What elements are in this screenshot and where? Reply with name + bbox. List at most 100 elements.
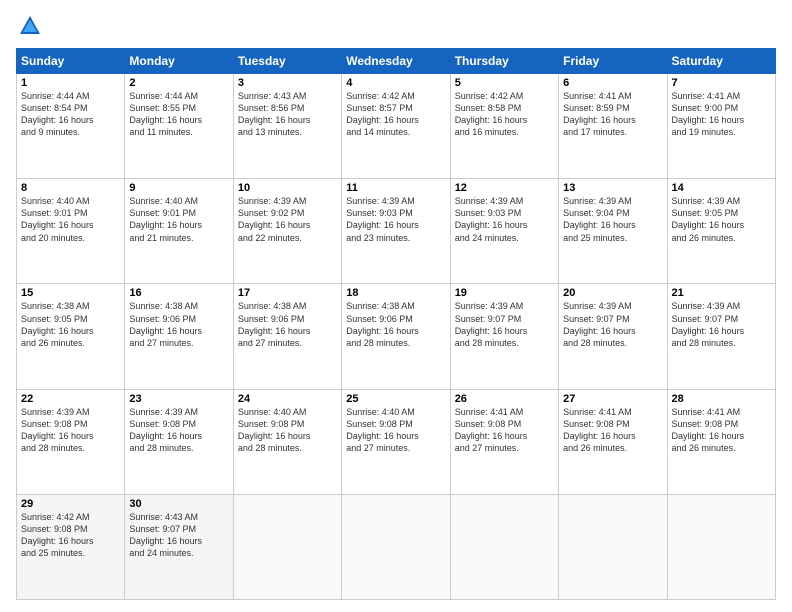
day-info: Sunrise: 4:39 AMSunset: 9:07 PMDaylight:…	[563, 301, 636, 347]
day-info: Sunrise: 4:41 AMSunset: 9:00 PMDaylight:…	[672, 91, 745, 137]
day-info: Sunrise: 4:40 AMSunset: 9:08 PMDaylight:…	[238, 407, 311, 453]
day-info: Sunrise: 4:38 AMSunset: 9:06 PMDaylight:…	[129, 301, 202, 347]
day-number: 11	[346, 182, 445, 194]
calendar-cell: 28 Sunrise: 4:41 AMSunset: 9:08 PMDaylig…	[667, 389, 775, 494]
weekday-header: Saturday	[667, 49, 775, 74]
logo-icon	[16, 12, 44, 40]
calendar-cell	[559, 494, 667, 599]
calendar-cell: 27 Sunrise: 4:41 AMSunset: 9:08 PMDaylig…	[559, 389, 667, 494]
day-info: Sunrise: 4:41 AMSunset: 8:59 PMDaylight:…	[563, 91, 636, 137]
day-info: Sunrise: 4:38 AMSunset: 9:06 PMDaylight:…	[346, 301, 419, 347]
calendar-cell: 12 Sunrise: 4:39 AMSunset: 9:03 PMDaylig…	[450, 179, 558, 284]
day-info: Sunrise: 4:39 AMSunset: 9:05 PMDaylight:…	[672, 196, 745, 242]
calendar-cell: 8 Sunrise: 4:40 AMSunset: 9:01 PMDayligh…	[17, 179, 125, 284]
day-number: 10	[238, 182, 337, 194]
day-number: 26	[455, 393, 554, 405]
calendar-cell: 6 Sunrise: 4:41 AMSunset: 8:59 PMDayligh…	[559, 74, 667, 179]
calendar-cell: 10 Sunrise: 4:39 AMSunset: 9:02 PMDaylig…	[233, 179, 341, 284]
day-info: Sunrise: 4:39 AMSunset: 9:04 PMDaylight:…	[563, 196, 636, 242]
day-info: Sunrise: 4:43 AMSunset: 8:56 PMDaylight:…	[238, 91, 311, 137]
calendar-cell: 23 Sunrise: 4:39 AMSunset: 9:08 PMDaylig…	[125, 389, 233, 494]
day-number: 22	[21, 393, 120, 405]
day-number: 15	[21, 287, 120, 299]
day-number: 1	[21, 77, 120, 89]
day-info: Sunrise: 4:41 AMSunset: 9:08 PMDaylight:…	[672, 407, 745, 453]
calendar-cell: 20 Sunrise: 4:39 AMSunset: 9:07 PMDaylig…	[559, 284, 667, 389]
day-info: Sunrise: 4:38 AMSunset: 9:06 PMDaylight:…	[238, 301, 311, 347]
day-info: Sunrise: 4:40 AMSunset: 9:08 PMDaylight:…	[346, 407, 419, 453]
calendar-cell	[342, 494, 450, 599]
day-number: 25	[346, 393, 445, 405]
header	[16, 12, 776, 40]
calendar-cell: 15 Sunrise: 4:38 AMSunset: 9:05 PMDaylig…	[17, 284, 125, 389]
day-number: 6	[563, 77, 662, 89]
day-number: 13	[563, 182, 662, 194]
day-info: Sunrise: 4:44 AMSunset: 8:54 PMDaylight:…	[21, 91, 94, 137]
logo	[16, 12, 48, 40]
weekday-header: Thursday	[450, 49, 558, 74]
day-number: 27	[563, 393, 662, 405]
calendar-cell: 17 Sunrise: 4:38 AMSunset: 9:06 PMDaylig…	[233, 284, 341, 389]
day-info: Sunrise: 4:41 AMSunset: 9:08 PMDaylight:…	[455, 407, 528, 453]
page: SundayMondayTuesdayWednesdayThursdayFrid…	[0, 0, 792, 612]
calendar-cell: 5 Sunrise: 4:42 AMSunset: 8:58 PMDayligh…	[450, 74, 558, 179]
calendar-cell	[233, 494, 341, 599]
calendar-cell: 21 Sunrise: 4:39 AMSunset: 9:07 PMDaylig…	[667, 284, 775, 389]
calendar-cell: 2 Sunrise: 4:44 AMSunset: 8:55 PMDayligh…	[125, 74, 233, 179]
day-number: 14	[672, 182, 771, 194]
calendar-cell: 25 Sunrise: 4:40 AMSunset: 9:08 PMDaylig…	[342, 389, 450, 494]
day-number: 7	[672, 77, 771, 89]
day-number: 30	[129, 498, 228, 510]
day-info: Sunrise: 4:41 AMSunset: 9:08 PMDaylight:…	[563, 407, 636, 453]
day-number: 2	[129, 77, 228, 89]
day-info: Sunrise: 4:43 AMSunset: 9:07 PMDaylight:…	[129, 512, 202, 558]
day-info: Sunrise: 4:42 AMSunset: 8:57 PMDaylight:…	[346, 91, 419, 137]
calendar-cell: 26 Sunrise: 4:41 AMSunset: 9:08 PMDaylig…	[450, 389, 558, 494]
calendar-cell: 22 Sunrise: 4:39 AMSunset: 9:08 PMDaylig…	[17, 389, 125, 494]
day-number: 20	[563, 287, 662, 299]
day-number: 19	[455, 287, 554, 299]
day-info: Sunrise: 4:38 AMSunset: 9:05 PMDaylight:…	[21, 301, 94, 347]
day-number: 21	[672, 287, 771, 299]
day-number: 28	[672, 393, 771, 405]
calendar-cell: 4 Sunrise: 4:42 AMSunset: 8:57 PMDayligh…	[342, 74, 450, 179]
day-number: 24	[238, 393, 337, 405]
day-number: 18	[346, 287, 445, 299]
day-number: 9	[129, 182, 228, 194]
calendar-cell: 11 Sunrise: 4:39 AMSunset: 9:03 PMDaylig…	[342, 179, 450, 284]
day-number: 23	[129, 393, 228, 405]
calendar-cell	[450, 494, 558, 599]
day-number: 17	[238, 287, 337, 299]
calendar-cell: 24 Sunrise: 4:40 AMSunset: 9:08 PMDaylig…	[233, 389, 341, 494]
day-number: 5	[455, 77, 554, 89]
calendar-cell	[667, 494, 775, 599]
day-info: Sunrise: 4:39 AMSunset: 9:03 PMDaylight:…	[346, 196, 419, 242]
calendar-cell: 14 Sunrise: 4:39 AMSunset: 9:05 PMDaylig…	[667, 179, 775, 284]
day-info: Sunrise: 4:39 AMSunset: 9:08 PMDaylight:…	[21, 407, 94, 453]
day-info: Sunrise: 4:40 AMSunset: 9:01 PMDaylight:…	[21, 196, 94, 242]
weekday-header: Wednesday	[342, 49, 450, 74]
calendar-cell: 16 Sunrise: 4:38 AMSunset: 9:06 PMDaylig…	[125, 284, 233, 389]
day-number: 8	[21, 182, 120, 194]
weekday-header: Monday	[125, 49, 233, 74]
calendar-cell: 30 Sunrise: 4:43 AMSunset: 9:07 PMDaylig…	[125, 494, 233, 599]
day-info: Sunrise: 4:40 AMSunset: 9:01 PMDaylight:…	[129, 196, 202, 242]
day-info: Sunrise: 4:44 AMSunset: 8:55 PMDaylight:…	[129, 91, 202, 137]
calendar-cell: 19 Sunrise: 4:39 AMSunset: 9:07 PMDaylig…	[450, 284, 558, 389]
calendar-table: SundayMondayTuesdayWednesdayThursdayFrid…	[16, 48, 776, 600]
day-number: 12	[455, 182, 554, 194]
calendar-cell: 13 Sunrise: 4:39 AMSunset: 9:04 PMDaylig…	[559, 179, 667, 284]
day-info: Sunrise: 4:42 AMSunset: 9:08 PMDaylight:…	[21, 512, 94, 558]
day-info: Sunrise: 4:39 AMSunset: 9:03 PMDaylight:…	[455, 196, 528, 242]
calendar-cell: 3 Sunrise: 4:43 AMSunset: 8:56 PMDayligh…	[233, 74, 341, 179]
weekday-header: Friday	[559, 49, 667, 74]
day-number: 16	[129, 287, 228, 299]
weekday-header: Tuesday	[233, 49, 341, 74]
day-info: Sunrise: 4:42 AMSunset: 8:58 PMDaylight:…	[455, 91, 528, 137]
day-info: Sunrise: 4:39 AMSunset: 9:02 PMDaylight:…	[238, 196, 311, 242]
calendar-cell: 7 Sunrise: 4:41 AMSunset: 9:00 PMDayligh…	[667, 74, 775, 179]
weekday-header: Sunday	[17, 49, 125, 74]
day-info: Sunrise: 4:39 AMSunset: 9:07 PMDaylight:…	[455, 301, 528, 347]
calendar-cell: 1 Sunrise: 4:44 AMSunset: 8:54 PMDayligh…	[17, 74, 125, 179]
calendar-cell: 18 Sunrise: 4:38 AMSunset: 9:06 PMDaylig…	[342, 284, 450, 389]
